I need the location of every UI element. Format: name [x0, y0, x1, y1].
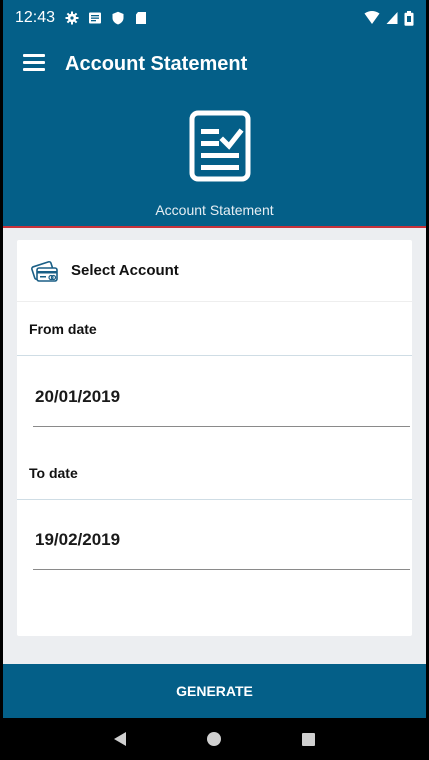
- from-date-label: From date: [17, 302, 412, 356]
- app-bar: Account Statement Account Statement: [3, 36, 426, 226]
- statement-document-icon: [189, 110, 251, 182]
- back-triangle-icon[interactable]: [112, 731, 128, 747]
- system-nav-bar: [3, 718, 426, 760]
- message-icon: [89, 12, 102, 24]
- gear-icon: [65, 11, 79, 25]
- generate-button[interactable]: GENERATE: [3, 664, 426, 718]
- screen: 12:43 Account Statement Account Statemen…: [3, 0, 426, 760]
- hero-label: Account Statement: [155, 202, 274, 218]
- hamburger-menu-icon[interactable]: [23, 54, 45, 72]
- wifi-icon: [364, 11, 380, 24]
- shield-icon: [112, 11, 124, 25]
- battery-icon: [404, 10, 414, 26]
- select-account-row[interactable]: Select Account: [17, 240, 412, 302]
- accent-divider: [3, 226, 426, 228]
- status-time: 12:43: [15, 9, 56, 26]
- page-title: Account Statement: [65, 53, 248, 75]
- select-account-label: Select Account: [71, 262, 179, 279]
- account-card-icon: [31, 260, 58, 282]
- statement-form-card: Select Account From date 20/01/2019 To d…: [17, 240, 412, 636]
- home-circle-icon[interactable]: [206, 731, 222, 747]
- sd-card-icon: [136, 12, 147, 24]
- status-bar: 12:43: [3, 0, 426, 36]
- to-date-field[interactable]: 19/02/2019: [33, 526, 410, 570]
- from-date-field[interactable]: 20/01/2019: [33, 383, 410, 427]
- to-date-label: To date: [17, 446, 412, 500]
- recents-square-icon[interactable]: [301, 731, 317, 747]
- status-right: [364, 10, 414, 26]
- signal-icon: [386, 12, 398, 24]
